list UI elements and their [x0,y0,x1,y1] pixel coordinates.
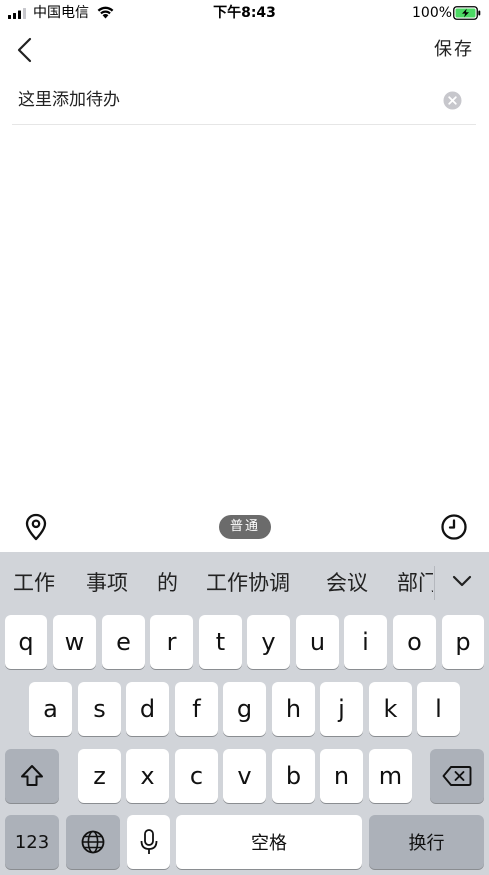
dictation-key[interactable] [127,815,170,869]
key-b[interactable]: b [272,749,315,803]
key-n[interactable]: n [320,749,363,803]
candidate-separator [434,566,435,600]
priority-mode-badge[interactable]: 普通 [219,515,271,539]
key-k[interactable]: k [369,682,412,736]
candidate-word[interactable]: 的 [157,564,178,602]
key-g[interactable]: g [223,682,266,736]
key-u[interactable]: u [296,615,339,669]
key-f[interactable]: f [175,682,218,736]
key-s[interactable]: s [78,682,121,736]
key-y[interactable]: y [247,615,290,669]
clock-icon[interactable] [440,513,468,541]
globe-key[interactable] [66,815,120,869]
key-d[interactable]: d [126,682,169,736]
back-button[interactable] [14,36,36,64]
key-c[interactable]: c [175,749,218,803]
key-i[interactable]: i [344,615,387,669]
microphone-icon [140,829,157,854]
battery-percentage: 100% [412,5,453,21]
shift-key[interactable] [5,749,59,803]
shift-arrow-icon [21,765,43,786]
globe-icon [81,830,105,854]
key-l[interactable]: l [417,682,460,736]
candidate-word[interactable]: 事项 [86,564,128,602]
key-w[interactable]: w [53,615,96,669]
key-r[interactable]: r [150,615,193,669]
save-button[interactable]: 保存 [434,38,474,62]
key-e[interactable]: e [102,615,145,669]
key-x[interactable]: x [126,749,169,803]
return-key[interactable]: 换行 [369,815,484,869]
key-h[interactable]: h [272,682,315,736]
key-o[interactable]: o [393,615,436,669]
candidate-word[interactable]: 工作协调 [206,564,290,602]
space-key[interactable]: 空格 [176,815,362,869]
backspace-icon [442,766,472,786]
battery-charging-icon [453,6,481,20]
key-j[interactable]: j [320,682,363,736]
key-z[interactable]: z [78,749,121,803]
input-divider [12,124,476,125]
key-m[interactable]: m [369,749,412,803]
chevron-down-icon[interactable] [451,570,473,592]
candidate-word[interactable]: 会议 [326,564,368,602]
key-p[interactable]: p [442,615,484,669]
key-q[interactable]: q [5,615,47,669]
key-a[interactable]: a [29,682,72,736]
clear-input-button[interactable] [443,91,462,110]
candidate-word[interactable]: 工作 [13,564,55,602]
key-t[interactable]: t [199,615,242,669]
status-bar: 中国电信 下午8:43 100% [0,0,489,26]
candidate-word[interactable]: 部门 [397,564,433,602]
delete-key[interactable] [430,749,484,803]
key-v[interactable]: v [223,749,266,803]
numbers-key[interactable]: 123 [5,815,59,869]
keyboard: 工作 事项 的 工作协调 会议 部门 q w e r t y u i o p a… [0,552,489,875]
location-pin-icon[interactable] [24,513,48,541]
todo-input[interactable] [14,84,442,116]
